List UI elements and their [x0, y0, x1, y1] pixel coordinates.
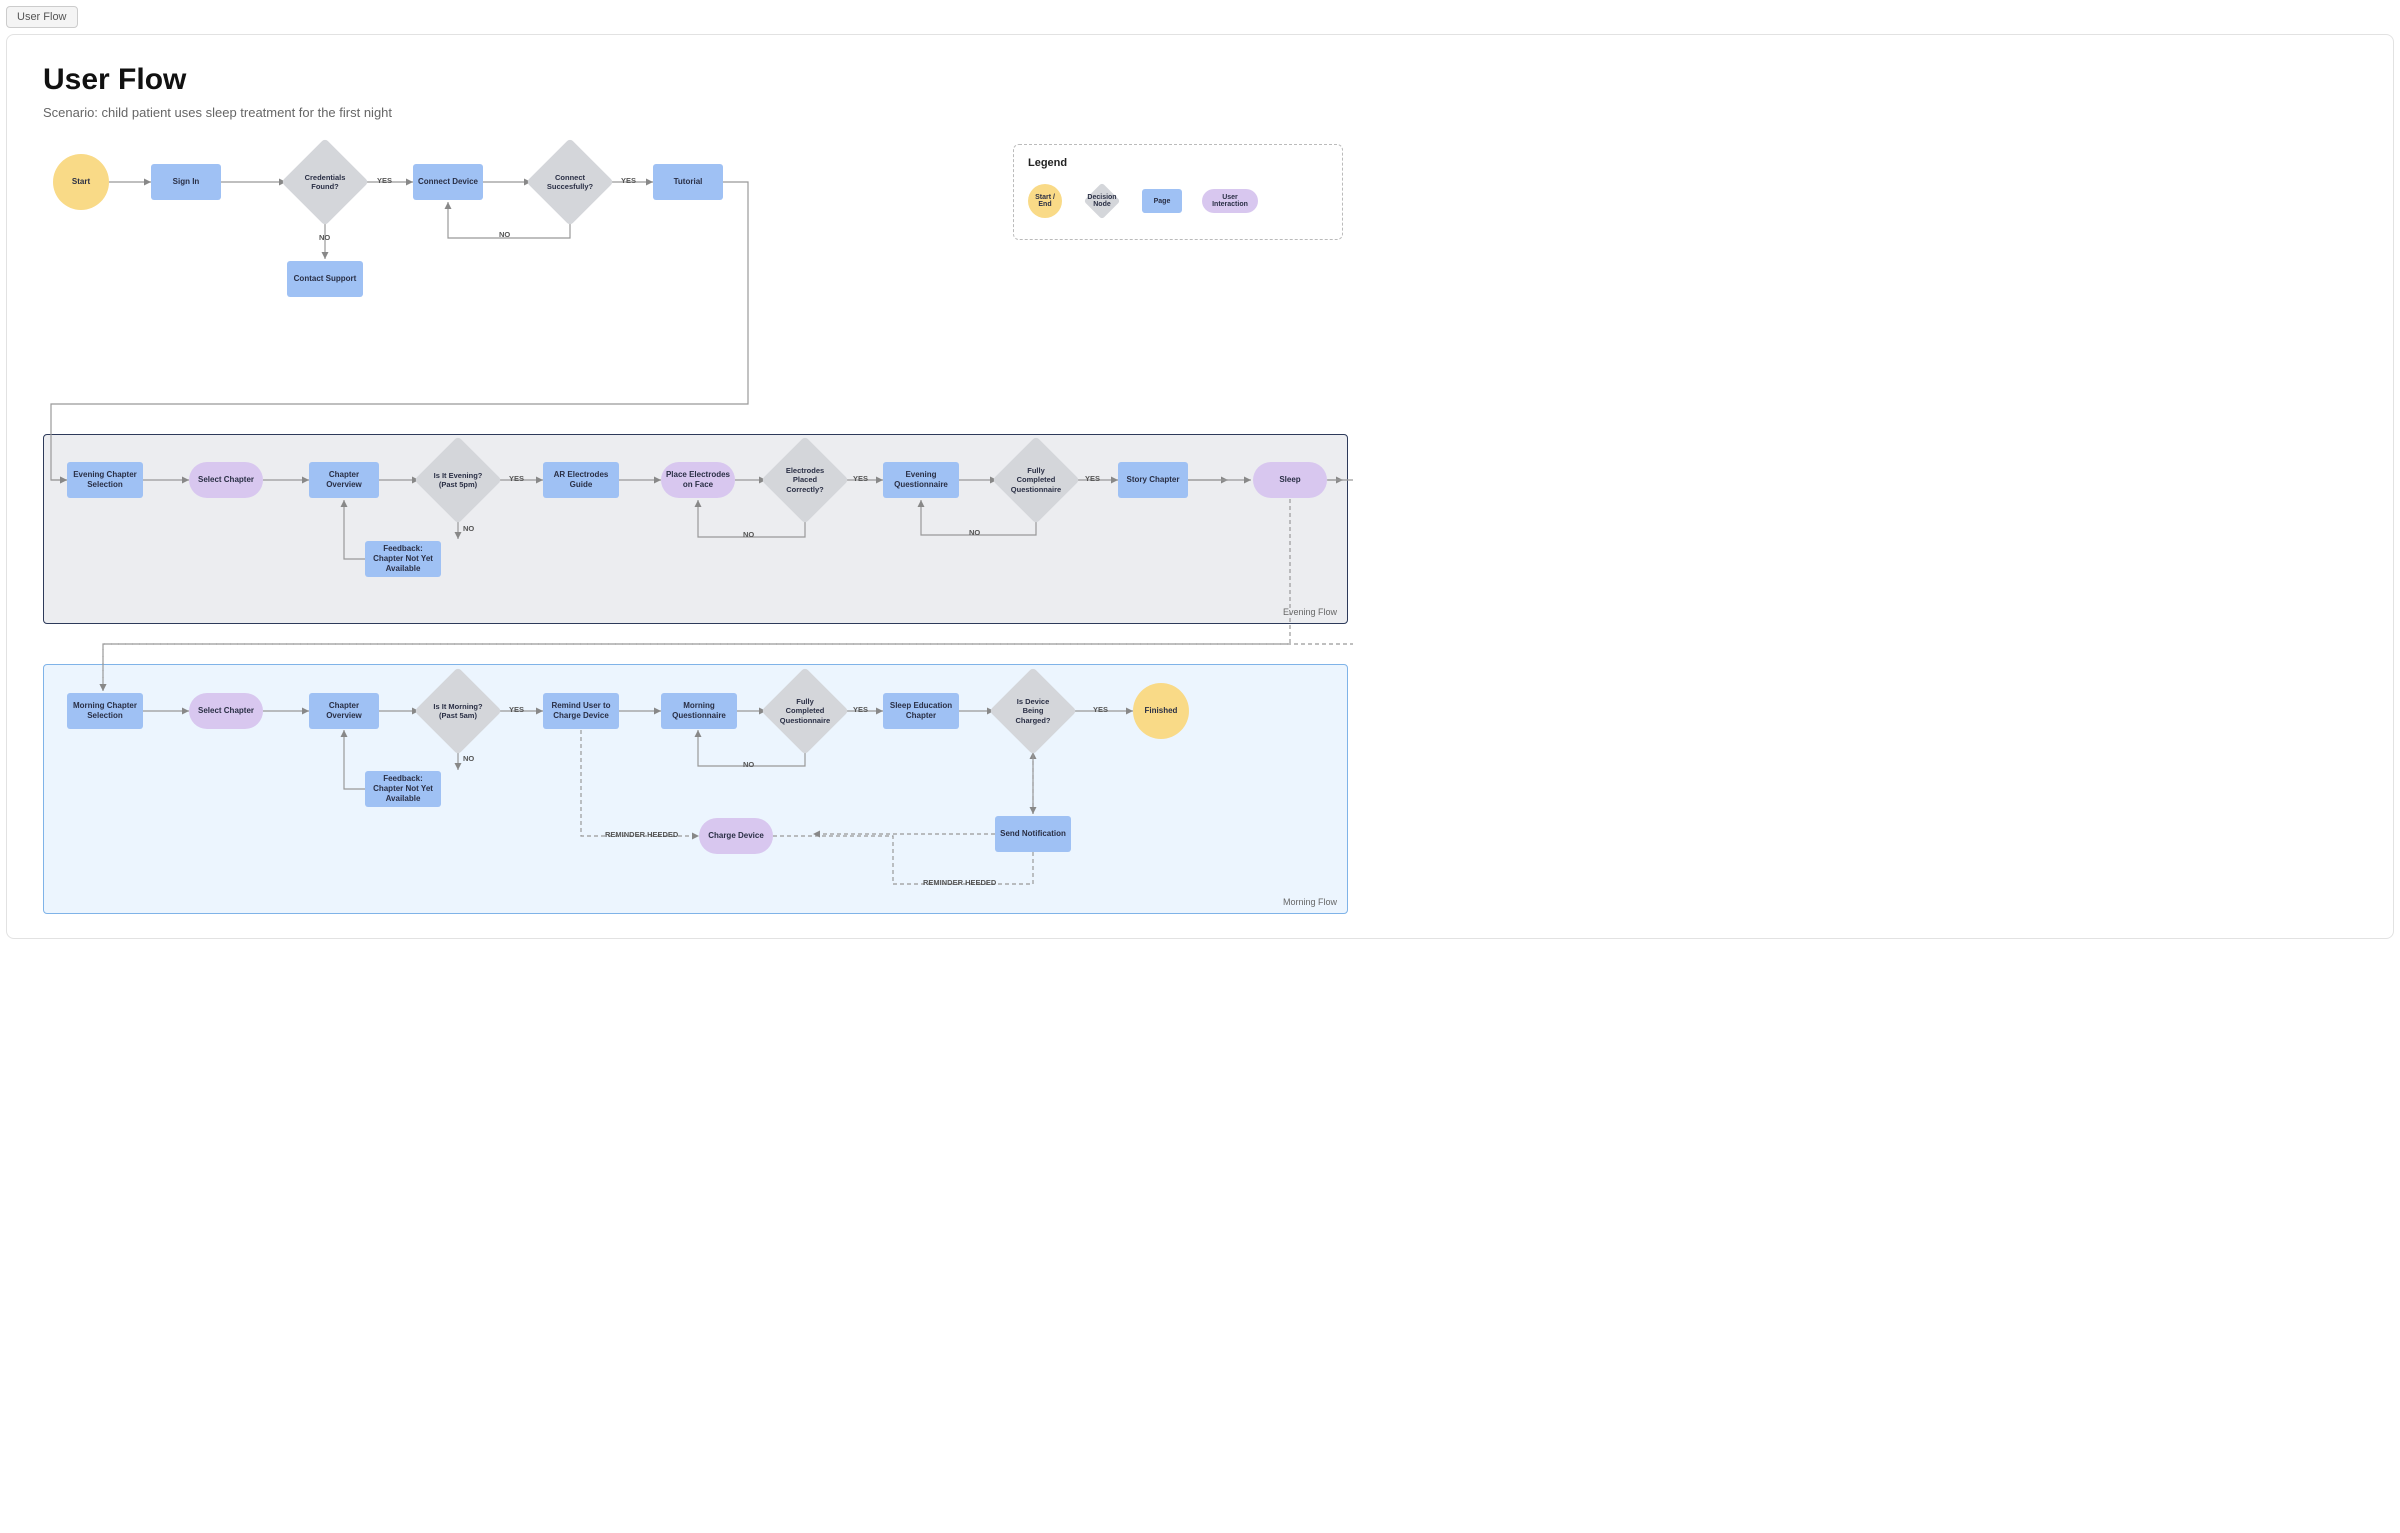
- node-is-it-morning: Is It Morning? (Past 5am): [427, 680, 489, 742]
- node-is-device-charged: Is Device Being Charged?: [1002, 680, 1064, 742]
- node-sleep-education: Sleep Education Chapter: [883, 693, 959, 729]
- node-story-chapter: Story Chapter: [1118, 462, 1188, 498]
- node-remind-charge: Remind User to Charge Device: [543, 693, 619, 729]
- legend-box: Legend Start / End Decision Node Page Us…: [1013, 144, 1343, 240]
- node-finished: Finished: [1133, 683, 1189, 739]
- node-evening-questionnaire: Evening Questionnaire: [883, 462, 959, 498]
- label-no-e3: NO: [969, 528, 980, 537]
- label-yes-m3: YES: [1093, 705, 1108, 714]
- node-morning-questionnaire: Morning Questionnaire: [661, 693, 737, 729]
- node-tutorial: Tutorial: [653, 164, 723, 200]
- label-no-e2: NO: [743, 530, 754, 539]
- legend-title: Legend: [1028, 157, 1328, 169]
- label-yes-e1: YES: [509, 474, 524, 483]
- node-evening-chapter-selection: Evening Chapter Selection: [67, 462, 143, 498]
- zone-morning-label: Morning Flow: [1283, 897, 1337, 907]
- node-send-notification: Send Notification: [995, 816, 1071, 852]
- label-yes-e2: YES: [853, 474, 868, 483]
- node-charge-device: Charge Device: [699, 818, 773, 854]
- node-select-chapter-2: Select Chapter: [189, 693, 263, 729]
- label-yes-m2: YES: [853, 705, 868, 714]
- legend-interaction: User Interaction: [1202, 189, 1258, 213]
- label-no-e1: NO: [463, 524, 474, 533]
- node-sleep: Sleep: [1253, 462, 1327, 498]
- node-feedback-evening: Feedback: Chapter Not Yet Available: [365, 541, 441, 577]
- node-fully-completed-2: Fully Completed Questionnaire: [774, 680, 836, 742]
- node-fully-completed-1: Fully Completed Questionnaire: [1005, 449, 1067, 511]
- node-feedback-morning: Feedback: Chapter Not Yet Available: [365, 771, 441, 807]
- legend-page: Page: [1142, 189, 1182, 213]
- node-morning-chapter-selection: Morning Chapter Selection: [67, 693, 143, 729]
- zone-evening-label: Evening Flow: [1283, 607, 1337, 617]
- label-yes-e3: YES: [1085, 474, 1100, 483]
- flow-canvas: Evening Flow Morning Flow Legend Start /…: [43, 144, 1353, 914]
- node-connect-success: Connect Succesfully?: [539, 151, 601, 213]
- label-no-m1: NO: [463, 754, 474, 763]
- legend-decision: Decision Node: [1082, 181, 1122, 221]
- page-container: User Flow Scenario: child patient uses s…: [6, 34, 2394, 939]
- label-yes-m1: YES: [509, 705, 524, 714]
- node-sign-in: Sign In: [151, 164, 221, 200]
- legend-start-end: Start / End: [1028, 184, 1062, 218]
- label-reminder-1: REMINDER HEEDED: [605, 830, 678, 839]
- label-no-1: NO: [319, 233, 330, 242]
- label-no-2: NO: [499, 230, 510, 239]
- label-reminder-2: REMINDER HEEDED: [923, 878, 996, 887]
- node-contact-support: Contact Support: [287, 261, 363, 297]
- node-chapter-overview-2: Chapter Overview: [309, 693, 379, 729]
- label-yes-1: YES: [377, 176, 392, 185]
- node-credentials-found: Credentials Found?: [294, 151, 356, 213]
- node-chapter-overview-1: Chapter Overview: [309, 462, 379, 498]
- node-select-chapter-1: Select Chapter: [189, 462, 263, 498]
- node-start: Start: [53, 154, 109, 210]
- node-electrodes-correct: Electrodes Placed Correctly?: [774, 449, 836, 511]
- node-ar-electrodes-guide: AR Electrodes Guide: [543, 462, 619, 498]
- page-subtitle: Scenario: child patient uses sleep treat…: [43, 105, 2357, 120]
- node-connect-device: Connect Device: [413, 164, 483, 200]
- label-yes-2: YES: [621, 176, 636, 185]
- page-title: User Flow: [43, 63, 2357, 97]
- label-no-m2: NO: [743, 760, 754, 769]
- tab-user-flow[interactable]: User Flow: [6, 6, 78, 28]
- node-place-electrodes: Place Electrodes on Face: [661, 462, 735, 498]
- node-is-it-evening: Is It Evening? (Past 5pm): [427, 449, 489, 511]
